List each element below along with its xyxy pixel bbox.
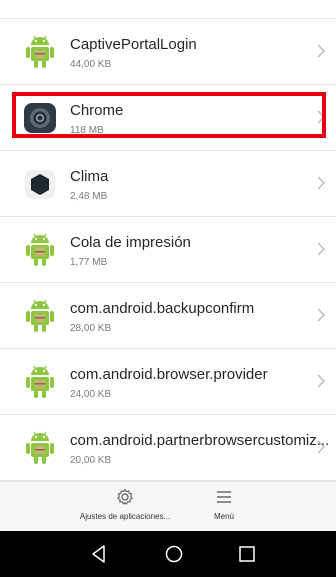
recents-icon[interactable] — [236, 543, 258, 565]
home-icon[interactable] — [163, 543, 185, 565]
app-size: 20,00 KB — [70, 455, 112, 466]
app-row-captiveportallogin[interactable]: CaptivePortalLogin 44,00 KB — [0, 19, 336, 85]
app-size: 44,00 KB — [70, 59, 112, 70]
system-nav-bar — [0, 531, 336, 577]
app-row-backupconfirm[interactable]: com.android.backupconfirm 28,00 KB — [0, 283, 336, 349]
back-icon[interactable] — [88, 543, 110, 565]
app-size: 28,00 KB — [70, 323, 112, 334]
chevron-right-icon — [317, 176, 325, 190]
app-row-partnerbrowsercustomizations[interactable]: com.android.partnerbrowsercustomiz... 20… — [0, 415, 336, 481]
app-settings-button[interactable]: Ajustes de aplicaciones... — [60, 488, 190, 521]
app-name: CaptivePortalLogin — [70, 36, 197, 53]
app-name: Chrome — [70, 102, 124, 119]
bottom-action-bar: Ajustes de aplicaciones... Menú — [0, 481, 336, 532]
app-name: Clima — [70, 168, 109, 185]
app-size: 118 MB — [70, 125, 104, 136]
android-icon — [26, 299, 54, 332]
chevron-right-icon — [317, 110, 325, 124]
weather-icon — [25, 170, 55, 199]
chevron-right-icon — [317, 440, 325, 454]
app-list[interactable]: CaptivePortalLogin 44,00 KB Chrome 118 M… — [0, 19, 336, 481]
app-settings-label: Ajustes de aplicaciones... — [79, 512, 171, 521]
app-size: 2,48 MB — [70, 191, 108, 202]
app-name: com.android.backupconfirm — [70, 300, 255, 317]
app-row-clima[interactable]: Clima 2,48 MB — [0, 151, 336, 217]
gear-icon — [117, 488, 133, 505]
app-row-browser-provider[interactable]: com.android.browser.provider 24,00 KB — [0, 349, 336, 415]
android-icon — [26, 365, 54, 398]
android-icon — [26, 35, 54, 68]
app-size: 1,77 MB — [70, 257, 108, 268]
app-row-chrome[interactable]: Chrome 118 MB — [0, 85, 336, 151]
chevron-right-icon — [317, 374, 325, 388]
app-name: com.android.browser.provider — [70, 366, 268, 383]
chevron-right-icon — [317, 308, 325, 322]
android-icon — [26, 431, 54, 464]
top-strip — [0, 0, 336, 19]
app-name: Cola de impresión — [70, 234, 191, 251]
app-size: 24,00 KB — [70, 389, 112, 400]
chrome-icon — [24, 103, 56, 133]
menu-icon — [217, 491, 231, 503]
app-name: com.android.partnerbrowsercustomiz... — [70, 432, 330, 449]
app-row-cola-de-impresion[interactable]: Cola de impresión 1,77 MB — [0, 217, 336, 283]
chevron-right-icon — [317, 44, 325, 58]
menu-label: Menú — [213, 512, 234, 521]
chevron-right-icon — [317, 242, 325, 256]
android-icon — [26, 233, 54, 266]
menu-button[interactable]: Menú — [196, 488, 252, 521]
